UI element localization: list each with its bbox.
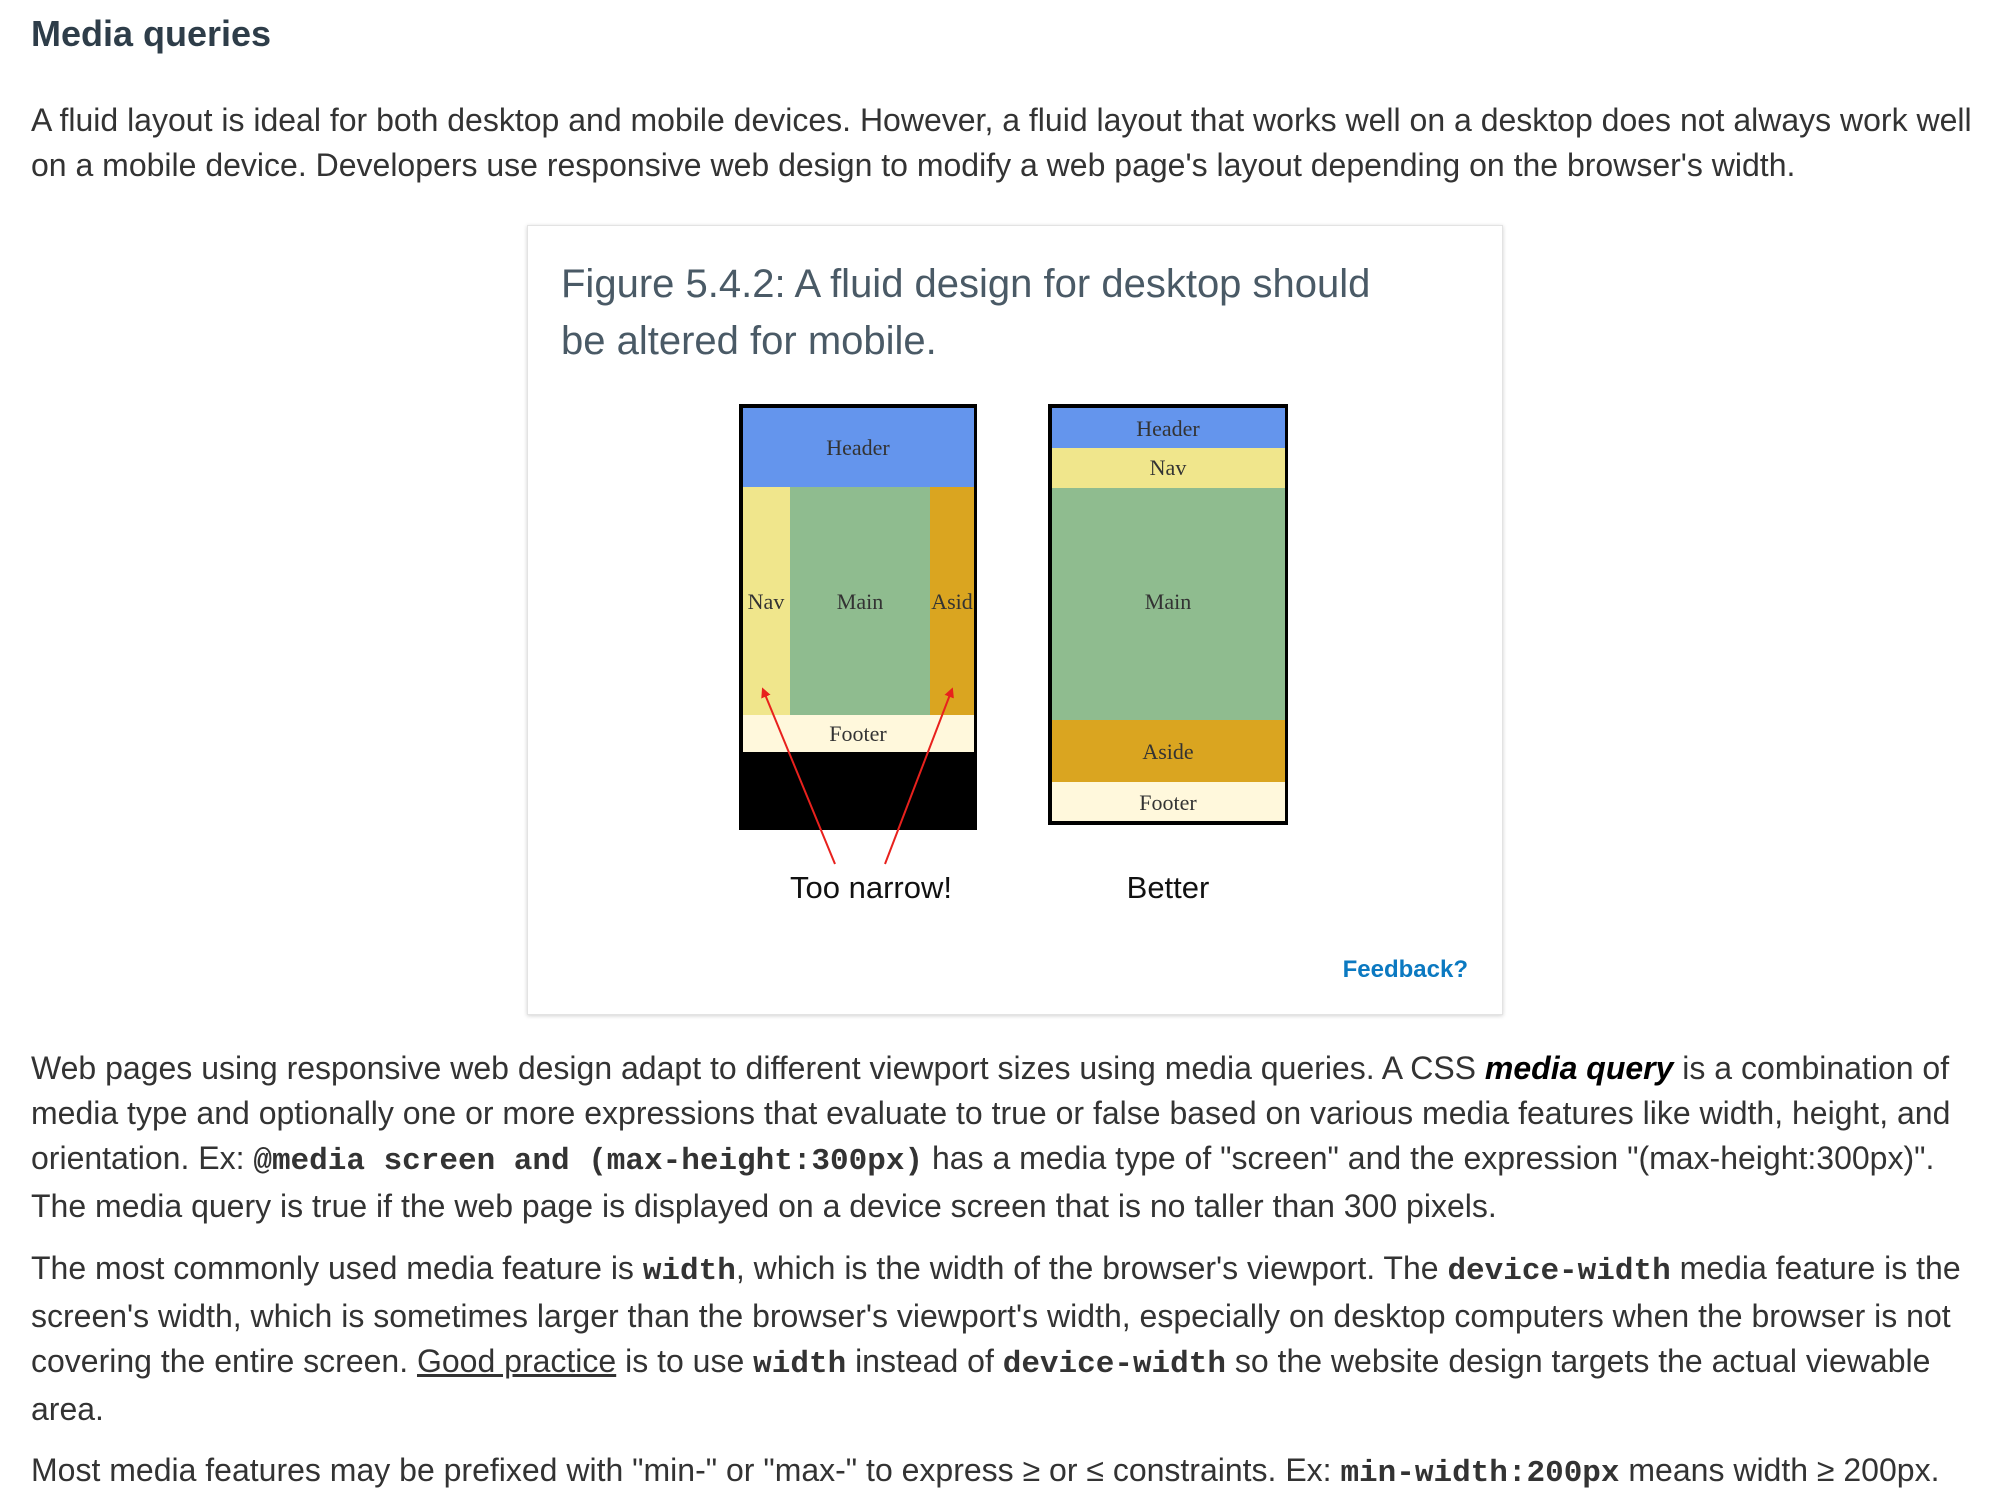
narrow-layout-diagram: Header Nav Main Asid Footer Too narrow!	[739, 404, 977, 905]
figure-box: Figure 5.4.2: A fluid design for desktop…	[527, 225, 1503, 1015]
better-header-label: Header	[1136, 416, 1200, 441]
media-query-term: media query	[1484, 1050, 1674, 1086]
width-text-5: instead of	[846, 1343, 1003, 1379]
width-text-4: is to use	[616, 1343, 754, 1379]
media-query-code-example: @media screen and (max-height:300px)	[253, 1144, 924, 1179]
width-code-2: width	[753, 1347, 847, 1382]
width-code-1: width	[642, 1254, 736, 1289]
good-practice-link[interactable]: Good practice	[417, 1343, 616, 1379]
prefix-paragraph: Most media features may be prefixed with…	[31, 1448, 1991, 1496]
device-width-code-1: device-width	[1447, 1254, 1671, 1289]
feedback-link[interactable]: Feedback?	[1343, 956, 1468, 984]
too-narrow-label: Too narrow!	[790, 870, 952, 905]
better-nav-label: Nav	[1150, 455, 1187, 480]
narrow-main-label: Main	[837, 589, 883, 614]
narrow-header-label: Header	[826, 435, 890, 460]
width-paragraph: The most commonly used media feature is …	[31, 1246, 1991, 1432]
media-query-paragraph: Web pages using responsive web design ad…	[31, 1046, 1991, 1229]
narrow-aside-label: Asid	[931, 589, 973, 614]
layout-illustration: Header Nav Main Asid Footer Too narrow! …	[739, 404, 1288, 905]
intro-paragraph: A fluid layout is ideal for both desktop…	[31, 102, 1972, 183]
width-text-1: The most commonly used media feature is	[31, 1250, 643, 1286]
better-label: Better	[1127, 870, 1210, 905]
better-footer-label: Footer	[1139, 790, 1197, 815]
better-main-label: Main	[1145, 589, 1191, 614]
prefix-text-2: means width ≥ 200px.	[1619, 1452, 1940, 1488]
device-width-code-2: device-width	[1002, 1347, 1226, 1382]
narrow-footer-label: Footer	[829, 721, 887, 746]
media-query-text-1: Web pages using responsive web design ad…	[31, 1050, 1485, 1086]
page: Media queries A fluid layout is ideal fo…	[0, 0, 2006, 1491]
prefix-text-1: Most media features may be prefixed with…	[31, 1452, 1341, 1488]
section-title: Media queries	[31, 13, 272, 54]
width-text-2: , which is the width of the browser's vi…	[735, 1250, 1448, 1286]
better-layout-diagram: Header Nav Main Aside Footer Better	[1048, 404, 1288, 905]
narrow-nav-label: Nav	[748, 589, 785, 614]
better-aside-label: Aside	[1142, 739, 1193, 764]
min-width-code: min-width:200px	[1340, 1456, 1620, 1491]
